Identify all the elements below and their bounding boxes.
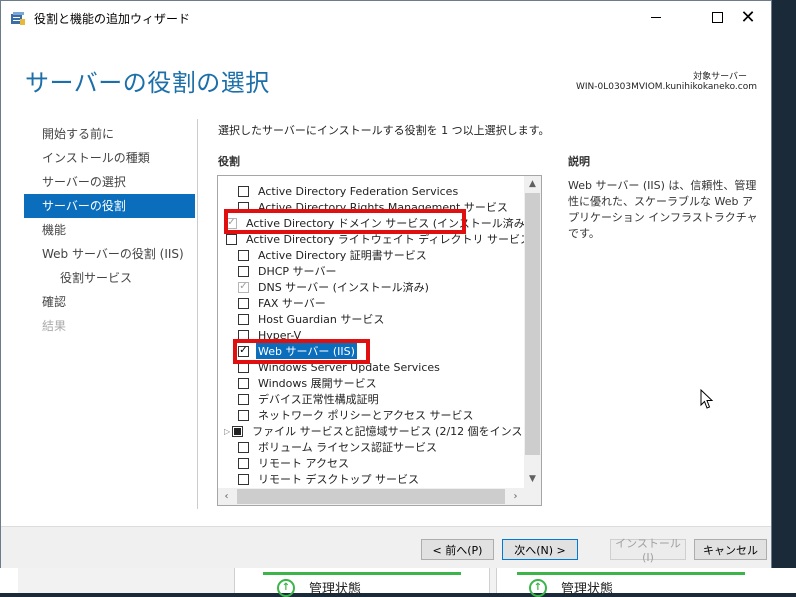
- dashboard-tile-1: ↑ 管理状態: [234, 568, 490, 597]
- role-row[interactable]: ▷ ファイル サービスと記憶域サービス (2/12 個をインストール済: [218, 423, 541, 439]
- role-label: Active Directory 証明書サービス: [258, 249, 427, 262]
- status-bar: [263, 572, 461, 575]
- role-label: FAX サーバー: [258, 297, 326, 310]
- add-roles-wizard-dialog: 役割と機能の追加ウィザード ✕ サーバーの役割の選択 対象サーバー WIN-0L…: [0, 0, 772, 568]
- server-manager-left-edge: [0, 568, 18, 593]
- scroll-thumb[interactable]: [525, 193, 540, 455]
- previous-button[interactable]: < 前へ(P): [421, 539, 494, 560]
- nav-item-role-services[interactable]: 役割サービス: [24, 266, 195, 290]
- wizard-footer: < 前へ(P) 次へ(N) > インストール(I) キャンセル: [1, 526, 771, 568]
- role-row[interactable]: Windows 展開サービス: [218, 375, 524, 391]
- nav-divider: [197, 119, 198, 509]
- nav-item-installation-type[interactable]: インストールの種類: [24, 146, 195, 170]
- minimize-icon: [651, 17, 661, 18]
- role-checkbox[interactable]: [238, 297, 249, 309]
- window-title: 役割と機能の追加ウィザード: [34, 12, 191, 26]
- page-title: サーバーの役割の選択: [25, 69, 270, 97]
- role-row[interactable]: Host Guardian サービス: [218, 311, 524, 327]
- nav-item-web-server-role[interactable]: Web サーバーの役割 (IIS): [24, 242, 195, 266]
- role-checkbox[interactable]: [238, 393, 249, 405]
- role-label: DHCP サーバー: [258, 265, 337, 278]
- nav-item-before-you-begin[interactable]: 開始する前に: [24, 122, 195, 146]
- role-checkbox[interactable]: [238, 249, 249, 261]
- wizard-nav: 開始する前に インストールの種類 サーバーの選択 サーバーの役割 機能 Web …: [24, 122, 195, 338]
- highlight-box: [233, 339, 370, 364]
- role-row[interactable]: Active Directory 証明書サービス: [218, 247, 524, 263]
- scroll-left-icon[interactable]: ‹: [218, 488, 235, 505]
- role-label: ファイル サービスと記憶域サービス (2/12 個をインストール済: [252, 425, 542, 438]
- roles-heading: 役割: [218, 155, 240, 168]
- status-up-icon: ↑: [529, 578, 547, 597]
- instruction-text: 選択したサーバーにインストールする役割を 1 つ以上選択します。: [218, 124, 550, 137]
- nav-item-confirmation[interactable]: 確認: [24, 290, 195, 314]
- cancel-button[interactable]: キャンセル: [694, 539, 767, 560]
- install-button: インストール(I): [610, 537, 686, 564]
- maximize-icon: [711, 12, 723, 23]
- role-checkbox[interactable]: [226, 233, 237, 245]
- role-checkbox[interactable]: [238, 185, 249, 197]
- target-server-name: WIN-0L0303MVIOM.kunihikokaneko.com: [575, 82, 757, 92]
- role-checkbox[interactable]: [238, 377, 249, 389]
- status-up-icon: ↑: [277, 578, 295, 597]
- expand-arrow-icon[interactable]: ▷: [224, 427, 230, 436]
- nav-item-server-selection[interactable]: サーバーの選択: [24, 170, 195, 194]
- next-button[interactable]: 次へ(N) >: [502, 539, 578, 560]
- target-server-label: 対象サーバー: [693, 72, 747, 82]
- close-button[interactable]: ✕: [725, 1, 771, 34]
- role-checkbox[interactable]: [238, 441, 249, 453]
- mouse-cursor-icon: [700, 389, 714, 409]
- role-label: DNS サーバー (インストール済み): [258, 281, 429, 294]
- role-row[interactable]: ✓ DNS サーバー (インストール済み): [218, 279, 524, 295]
- scrollbar-corner: [524, 488, 541, 505]
- management-status-label: 管理状態: [561, 582, 614, 597]
- status-bar: [517, 572, 745, 575]
- scroll-down-icon[interactable]: ▼: [524, 471, 541, 488]
- scroll-thumb[interactable]: [237, 489, 505, 504]
- role-label: ボリューム ライセンス認証サービス: [258, 441, 437, 454]
- horizontal-scrollbar[interactable]: ‹ ›: [218, 488, 524, 505]
- role-checkbox: ✓: [238, 281, 249, 293]
- role-label: デバイス正常性構成証明: [258, 393, 379, 406]
- description-heading: 説明: [568, 155, 590, 168]
- role-label: Windows 展開サービス: [258, 377, 377, 390]
- vertical-scrollbar[interactable]: ▲ ▼: [524, 176, 541, 488]
- role-checkbox[interactable]: [238, 409, 249, 421]
- server-manager-icon: [11, 12, 25, 25]
- nav-item-results: 結果: [42, 319, 67, 333]
- role-label: リモート デスクトップ サービス: [258, 473, 419, 486]
- role-label: ネットワーク ポリシーとアクセス サービス: [258, 409, 474, 422]
- title-bar[interactable]: 役割と機能の追加ウィザード ✕: [1, 1, 771, 34]
- management-status-label: 管理状態: [309, 582, 362, 597]
- role-row[interactable]: ボリューム ライセンス認証サービス: [218, 439, 524, 455]
- nav-item-features[interactable]: 機能: [24, 218, 195, 242]
- close-icon: ✕: [740, 6, 756, 28]
- role-label: Host Guardian サービス: [258, 313, 385, 326]
- scroll-right-icon[interactable]: ›: [507, 488, 524, 505]
- role-label: Active Directory Federation Services: [258, 184, 459, 198]
- highlight-box: [224, 209, 466, 234]
- description-text: Web サーバー (IIS) は、信頼性、管理性に優れた、スケーラブルな Web…: [568, 179, 758, 240]
- minimize-button[interactable]: [633, 1, 679, 34]
- role-checkbox[interactable]: [238, 313, 249, 325]
- role-checkbox[interactable]: [238, 457, 249, 469]
- role-row[interactable]: DHCP サーバー: [218, 263, 524, 279]
- role-row[interactable]: FAX サーバー: [218, 295, 524, 311]
- role-row[interactable]: デバイス正常性構成証明: [218, 391, 524, 407]
- role-label: リモート アクセス: [258, 457, 349, 470]
- role-row[interactable]: リモート デスクトップ サービス: [218, 471, 524, 487]
- role-row[interactable]: ネットワーク ポリシーとアクセス サービス: [218, 407, 524, 423]
- scroll-up-icon[interactable]: ▲: [524, 176, 541, 193]
- role-row[interactable]: リモート アクセス: [218, 455, 524, 471]
- role-row[interactable]: Active Directory Federation Services: [218, 183, 524, 199]
- role-checkbox[interactable]: [238, 265, 249, 277]
- nav-item-server-roles[interactable]: サーバーの役割: [24, 194, 195, 218]
- dashboard-tile-2: ↑ 管理状態: [496, 568, 796, 597]
- role-checkbox[interactable]: [238, 473, 249, 485]
- role-checkbox[interactable]: [232, 425, 244, 437]
